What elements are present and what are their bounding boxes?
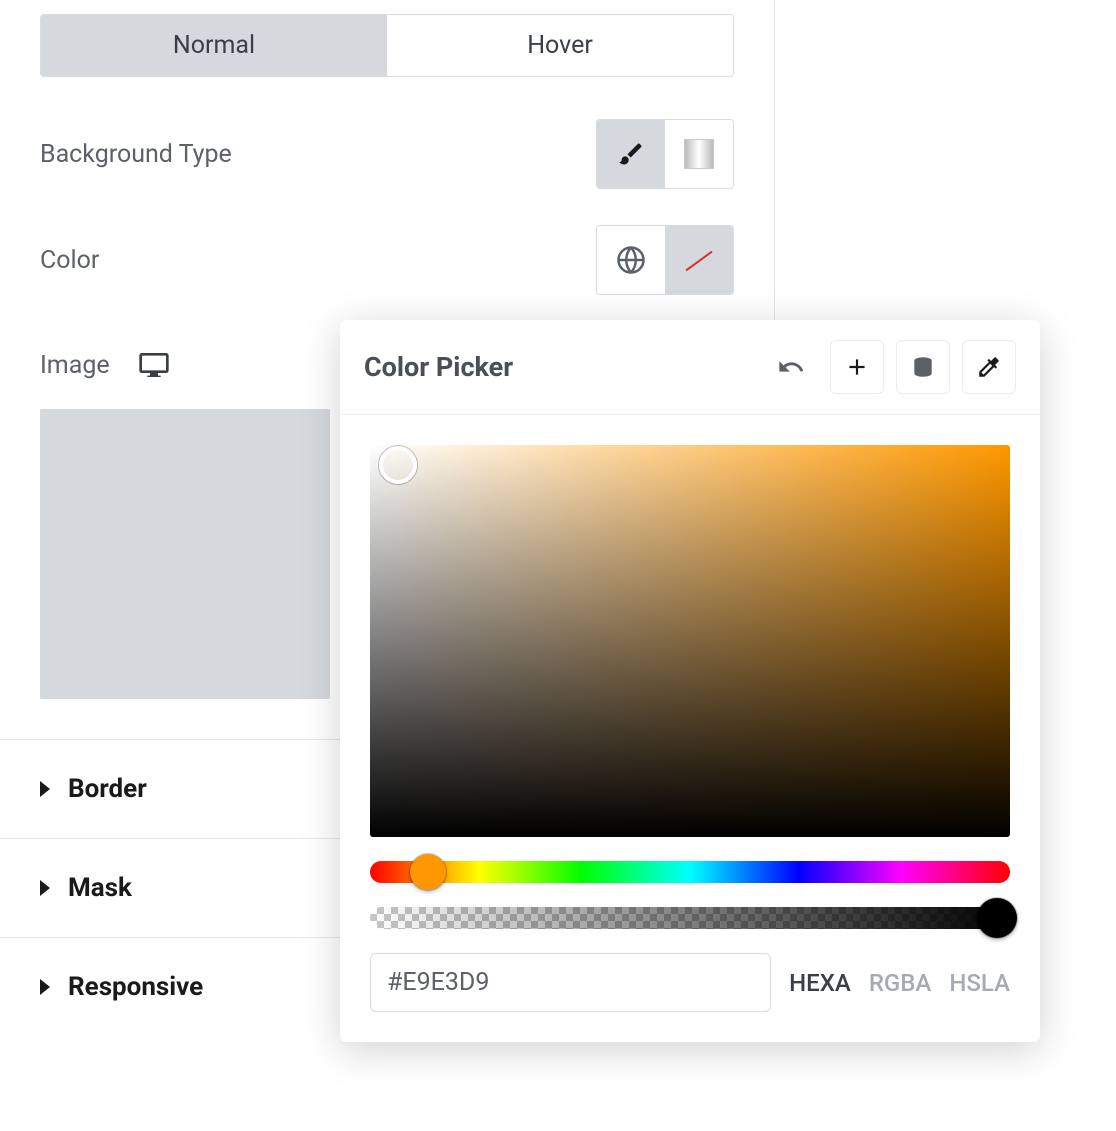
background-type-toggle [596, 119, 734, 189]
picker-title: Color Picker [364, 351, 513, 383]
tab-hover[interactable]: Hover [387, 15, 733, 76]
bg-type-classic-button[interactable] [597, 120, 665, 188]
bg-type-gradient-button[interactable] [665, 120, 733, 188]
value-row: HEXA RGBA HSLA [370, 953, 1010, 1012]
caret-right-icon [40, 979, 50, 995]
label-background-type: Background Type [40, 140, 232, 169]
sv-thumb[interactable] [379, 446, 417, 484]
alpha-thumb[interactable] [977, 898, 1017, 938]
color-swatch-button[interactable] [665, 226, 733, 294]
state-tabs: Normal Hover [40, 14, 734, 77]
label-image: Image [40, 349, 170, 381]
image-placeholder[interactable] [40, 409, 330, 699]
add-color-button[interactable] [830, 340, 884, 394]
color-library-button[interactable] [896, 340, 950, 394]
format-hexa[interactable]: HEXA [789, 969, 851, 997]
eyedropper-button[interactable] [962, 340, 1016, 394]
format-rgba[interactable]: RGBA [869, 969, 932, 997]
gradient-icon [684, 139, 714, 169]
caret-right-icon [40, 781, 50, 797]
label-image-text: Image [40, 351, 110, 380]
paintbrush-icon [617, 140, 645, 168]
no-color-icon [681, 242, 717, 278]
color-control-group [596, 225, 734, 295]
row-background-type: Background Type [40, 119, 734, 189]
section-mask-label: Mask [68, 873, 132, 903]
color-picker-popover: Color Picker [340, 320, 1040, 1042]
picker-body: HEXA RGBA HSLA [340, 415, 1040, 1012]
section-responsive-label: Responsive [68, 972, 203, 1002]
saturation-value-area[interactable] [370, 445, 1010, 837]
undo-icon [777, 353, 805, 381]
section-border-label: Border [68, 774, 147, 804]
eyedropper-icon [976, 354, 1002, 380]
global-color-button[interactable] [597, 226, 665, 294]
stack-icon [910, 354, 936, 380]
tab-normal[interactable]: Normal [41, 15, 387, 76]
picker-actions [764, 340, 1016, 394]
hue-slider[interactable] [370, 861, 1010, 883]
alpha-slider[interactable] [370, 907, 1010, 929]
alpha-overlay [370, 907, 1010, 929]
caret-right-icon [40, 880, 50, 896]
label-color: Color [40, 246, 99, 275]
hex-input[interactable] [370, 953, 771, 1012]
hue-thumb[interactable] [410, 854, 446, 890]
format-hsla[interactable]: HSLA [949, 969, 1010, 997]
reset-color-button[interactable] [764, 340, 818, 394]
desktop-icon[interactable] [138, 349, 170, 381]
picker-header: Color Picker [340, 320, 1040, 415]
plus-icon [844, 354, 870, 380]
globe-icon [616, 245, 646, 275]
row-color: Color [40, 225, 734, 295]
